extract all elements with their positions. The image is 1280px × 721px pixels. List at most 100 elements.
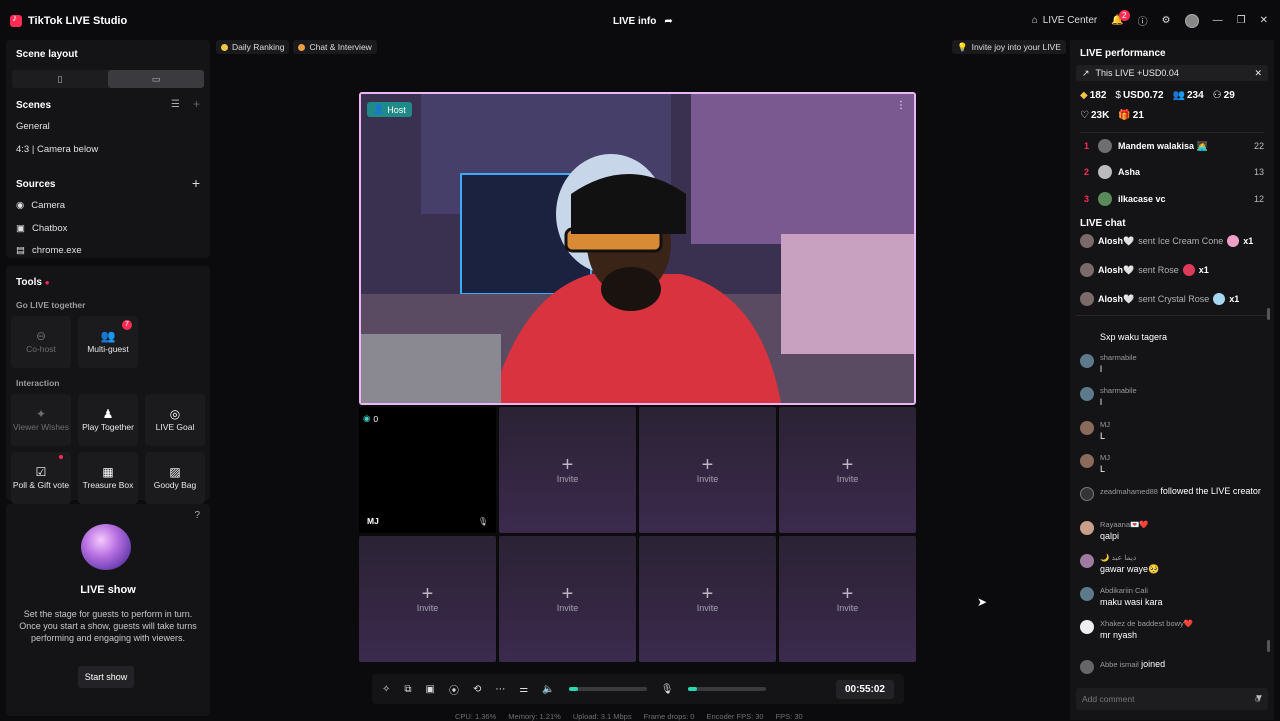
source-item-chatbox[interactable]: ▣ Chatbox xyxy=(16,223,67,234)
divider xyxy=(1080,132,1264,133)
chat-message: sharmabile l xyxy=(1080,386,1264,407)
coin-icon: ◉ xyxy=(363,413,371,423)
chat-text: Sxp waku tagera xyxy=(1100,332,1168,342)
maximize-icon[interactable]: ❐ xyxy=(1237,15,1246,26)
close-icon[interactable]: ✕ xyxy=(1254,68,1262,79)
viewer-wishes-button[interactable]: ✦ Viewer Wishes xyxy=(11,394,71,446)
add-comment-placeholder: Add comment xyxy=(1082,694,1135,704)
tab-chat-interview[interactable]: Chat & Interview xyxy=(293,40,377,54)
invite-slot[interactable]: + Invite xyxy=(779,536,916,662)
plus-icon: + xyxy=(701,454,714,476)
tiktok-logo-icon xyxy=(10,13,22,27)
go-live-tools: ⊖ Co-host 7 👥 Multi-guest xyxy=(11,316,205,368)
add-comment-input[interactable]: Add comment ☺ xyxy=(1076,688,1268,710)
invite-slot[interactable]: + Invite xyxy=(499,536,636,662)
source-item-chrome[interactable]: ▤ chrome.exe xyxy=(16,245,82,256)
multiguest-button[interactable]: 7 👥 Multi-guest xyxy=(78,316,138,368)
invite-joy-banner[interactable]: 💡 Invite joy into your LIVE xyxy=(952,40,1066,54)
ranking-row[interactable]: 1 Mandem walakisa 🧑‍💻 22 xyxy=(1084,139,1264,153)
scene-item-camera-below[interactable]: 4:3 | Camera below xyxy=(16,144,98,155)
mic-icon[interactable]: 🎙 xyxy=(478,517,488,526)
poll-gift-vote-button[interactable]: ☑ Poll & Gift vote xyxy=(11,452,71,504)
chat-message: Abdikariin Cali maku wasi kara xyxy=(1080,586,1264,607)
invite-slot[interactable]: + Invite xyxy=(499,407,636,533)
tab-daily-ranking[interactable]: Daily Ranking xyxy=(216,40,290,54)
chat-text: l xyxy=(1100,364,1102,374)
more-options-icon[interactable]: ⋮ xyxy=(896,100,906,111)
chat-text: gawar waye🥺 xyxy=(1100,564,1160,574)
cohost-button[interactable]: ⊖ Co-host xyxy=(11,316,71,368)
live-performance-title: LIVE performance xyxy=(1080,48,1166,59)
live-center-button[interactable]: ⌂ LIVE Center xyxy=(1032,15,1098,26)
volume-icon[interactable]: 🔈 xyxy=(542,684,554,695)
followers-value: 29 xyxy=(1223,90,1235,101)
chat-text: maku wasi kara xyxy=(1100,597,1163,607)
gift-scrollbar[interactable] xyxy=(1267,308,1270,320)
invite-slot[interactable]: + Invite xyxy=(779,407,916,533)
avatar xyxy=(1080,354,1094,368)
diamond-icon: ◆ xyxy=(1080,90,1088,101)
followers-stat: ⚇ 29 xyxy=(1213,90,1235,101)
add-scene-icon[interactable]: + xyxy=(193,97,200,111)
portrait-layout-button[interactable]: ▯ xyxy=(12,70,108,88)
invite-slot[interactable]: + Invite xyxy=(359,536,496,662)
add-source-icon[interactable]: + xyxy=(192,175,200,191)
mic-slider[interactable] xyxy=(687,687,766,691)
invite-label: Invite xyxy=(556,603,579,613)
magic-wand-icon[interactable]: ✧ xyxy=(382,684,390,695)
divider xyxy=(1076,315,1268,316)
treasure-box-button[interactable]: ▦ Treasure Box xyxy=(78,452,138,504)
metrics-row-2: ♡ 23K 🎁 21 xyxy=(1080,110,1144,121)
game-icon: ♟ xyxy=(102,406,114,421)
help-icon[interactable]: ? xyxy=(194,510,200,521)
live-info-button[interactable]: LIVE info ➦ xyxy=(613,16,673,27)
filter-icon[interactable]: ▼ xyxy=(1254,693,1264,704)
goody-bag-button[interactable]: ▨ Goody Bag xyxy=(145,452,205,504)
screen-icon[interactable]: ▣ xyxy=(426,684,435,695)
lightbulb-icon: 💡 xyxy=(957,41,968,52)
guest-grid: ◉ 0 MJ 🎙 + Invite + Invite + Invite + Invite … xyxy=(359,407,916,662)
live-show-card: ? LIVE show Set the stage for guests to … xyxy=(6,504,210,716)
volume-slider[interactable] xyxy=(568,687,647,691)
chat-text: qalpi xyxy=(1100,531,1120,541)
close-icon[interactable]: ✕ xyxy=(1260,15,1268,26)
landscape-layout-button[interactable]: ▭ xyxy=(108,70,204,88)
guest-slot-mj[interactable]: ◉ 0 MJ 🎙 xyxy=(359,407,496,533)
avatar xyxy=(1080,660,1094,674)
ranking-row[interactable]: 3 ilkacase vc 12 xyxy=(1084,192,1264,206)
settings-sliders-icon[interactable]: ⚌ xyxy=(519,684,528,695)
start-show-button[interactable]: Start show xyxy=(78,666,134,688)
chat-message: Abbe ismail joined xyxy=(1080,659,1264,674)
rose-gift-icon xyxy=(1182,264,1195,276)
gift-count: x1 xyxy=(1243,236,1254,246)
chat-user: 🌙 ديما عبد xyxy=(1100,553,1137,562)
source-item-camera[interactable]: ◉ Camera xyxy=(16,200,65,211)
list-icon[interactable]: ☰ xyxy=(171,99,180,110)
help-icon[interactable]: ⓘ xyxy=(1138,13,1148,28)
more-icon[interactable]: ⋯ xyxy=(495,684,505,695)
bell-icon[interactable]: 🔔 2 xyxy=(1111,10,1130,26)
record-icon[interactable]: ⦿ xyxy=(449,682,459,697)
invite-slot[interactable]: + Invite xyxy=(639,407,776,533)
replay-icon[interactable]: ⟲ xyxy=(473,684,481,695)
stream-controls: ✧ ⧉ ▣ ⦿ ⟲ ⋯ ⚌ 🔈 🎙 00:55:02 xyxy=(372,674,904,704)
live-goal-button[interactable]: ◎ LIVE Goal xyxy=(145,394,205,446)
avatar[interactable] xyxy=(1184,13,1199,28)
mic-icon[interactable]: 🎙 xyxy=(661,684,674,695)
chat-scrollbar[interactable] xyxy=(1267,640,1270,652)
layers-icon[interactable]: ⧉ xyxy=(404,684,411,695)
invite-slot[interactable]: + Invite xyxy=(639,536,776,662)
gear-icon[interactable]: ⚙ xyxy=(1162,15,1171,26)
host-video[interactable]: 👤 Host ⋮ xyxy=(359,92,916,405)
source-label: Chatbox xyxy=(31,223,68,234)
tool-label: Poll & Gift vote xyxy=(12,479,70,490)
avatar xyxy=(1080,620,1094,634)
ranking-row[interactable]: 2 Asha 13 xyxy=(1084,165,1264,179)
gift-icon: 🎁 xyxy=(1118,110,1131,121)
tool-label: Goody Bag xyxy=(153,479,197,490)
chat-message: sharmabile l xyxy=(1080,353,1264,374)
scene-item-general[interactable]: General xyxy=(16,121,50,132)
play-together-button[interactable]: ♟ Play Together xyxy=(78,394,138,446)
minimize-icon[interactable]: — xyxy=(1213,15,1223,26)
chat-user: MJ xyxy=(1100,420,1110,429)
